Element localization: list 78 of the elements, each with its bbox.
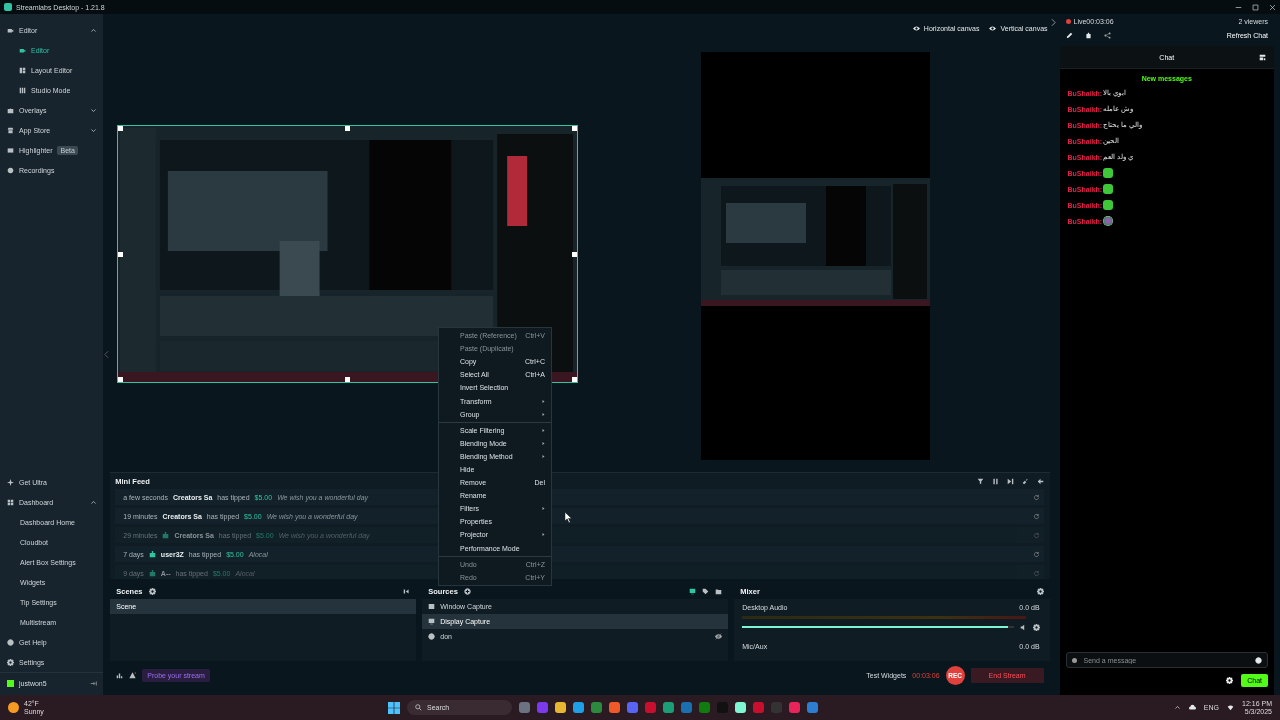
resize-handle[interactable] (345, 377, 351, 382)
emote-icon (1103, 200, 1114, 210)
logout-icon[interactable] (90, 679, 98, 687)
submenu-arrow-icon (542, 532, 545, 538)
sun-icon (8, 702, 19, 713)
settings-icon[interactable] (1032, 623, 1040, 631)
filter-icon[interactable] (976, 477, 984, 485)
status-dot (1071, 658, 1077, 663)
settings-icon[interactable] (148, 587, 156, 595)
resize-handle[interactable] (118, 126, 124, 131)
submenu-arrow-icon (542, 440, 545, 446)
app-icon[interactable] (555, 702, 566, 713)
popout-icon[interactable] (1084, 31, 1092, 39)
eye-icon (989, 24, 997, 32)
caret-icon[interactable] (90, 126, 98, 134)
emote-icon (1103, 216, 1114, 226)
settings-icon[interactable] (1036, 587, 1044, 595)
sparkle-icon (7, 478, 14, 486)
resize-handle[interactable] (118, 252, 124, 257)
monitor-icon[interactable] (689, 587, 697, 595)
resize-handle[interactable] (572, 252, 578, 257)
submenu-arrow-icon (542, 506, 545, 512)
window-icon (428, 603, 436, 610)
pause-icon[interactable] (991, 477, 999, 485)
wifi-icon[interactable] (1227, 704, 1235, 711)
camera-icon (7, 26, 14, 34)
app-logo (4, 3, 12, 11)
replay-icon[interactable] (1032, 512, 1040, 520)
emote-icon (1103, 184, 1114, 194)
share-icon[interactable] (1103, 31, 1111, 39)
warning-icon[interactable] (129, 671, 137, 679)
caret-icon[interactable] (90, 106, 98, 114)
start-icon[interactable] (388, 701, 400, 714)
collapse-icon[interactable] (1036, 477, 1044, 485)
bar-chart-icon[interactable] (116, 671, 124, 679)
users-icon[interactable] (1259, 54, 1266, 61)
user-avatar (7, 679, 14, 687)
emote-icon (1103, 168, 1114, 178)
app-icon[interactable] (663, 702, 674, 713)
columns-icon (19, 86, 26, 94)
resize-handle[interactable] (572, 377, 578, 382)
eye-icon (912, 24, 920, 32)
submenu-arrow-icon (542, 427, 545, 433)
caret-icon[interactable] (90, 498, 98, 506)
submenu-arrow-icon (542, 398, 545, 404)
skip-icon[interactable] (1006, 477, 1014, 485)
settings-icon[interactable] (1226, 677, 1234, 684)
folder-icon[interactable] (715, 587, 723, 595)
replay-icon[interactable] (1032, 550, 1040, 558)
resize-handle[interactable] (572, 126, 578, 131)
camera-icon (19, 46, 26, 54)
app-icon[interactable] (573, 702, 584, 713)
caret-icon[interactable] (90, 26, 98, 34)
replay-icon[interactable] (1032, 493, 1040, 501)
pencil-icon[interactable] (1065, 31, 1073, 39)
speaker-icon[interactable] (1019, 623, 1027, 631)
transition-icon[interactable] (403, 587, 411, 595)
grid-icon (19, 66, 26, 74)
submenu-arrow-icon (542, 453, 545, 459)
maximize-icon[interactable] (1252, 3, 1259, 11)
tag-icon[interactable] (702, 587, 710, 595)
eye-off-icon[interactable] (715, 633, 723, 640)
store-icon (7, 126, 14, 134)
chevron-icon[interactable] (1173, 704, 1181, 711)
app-icon[interactable] (735, 702, 746, 713)
search-icon (415, 704, 422, 711)
app-icon[interactable] (609, 702, 620, 713)
add-icon[interactable] (463, 587, 471, 595)
close-icon[interactable] (1269, 3, 1276, 11)
cloud-icon[interactable] (1188, 704, 1196, 711)
resize-handle[interactable] (118, 377, 124, 382)
record-icon (7, 166, 14, 174)
submenu-arrow-icon (542, 411, 545, 417)
settings-icon (7, 658, 14, 666)
cursor-icon (565, 512, 572, 523)
dashboard-icon (7, 498, 14, 506)
monitor-icon (428, 618, 436, 625)
resize-handle[interactable] (345, 126, 351, 131)
